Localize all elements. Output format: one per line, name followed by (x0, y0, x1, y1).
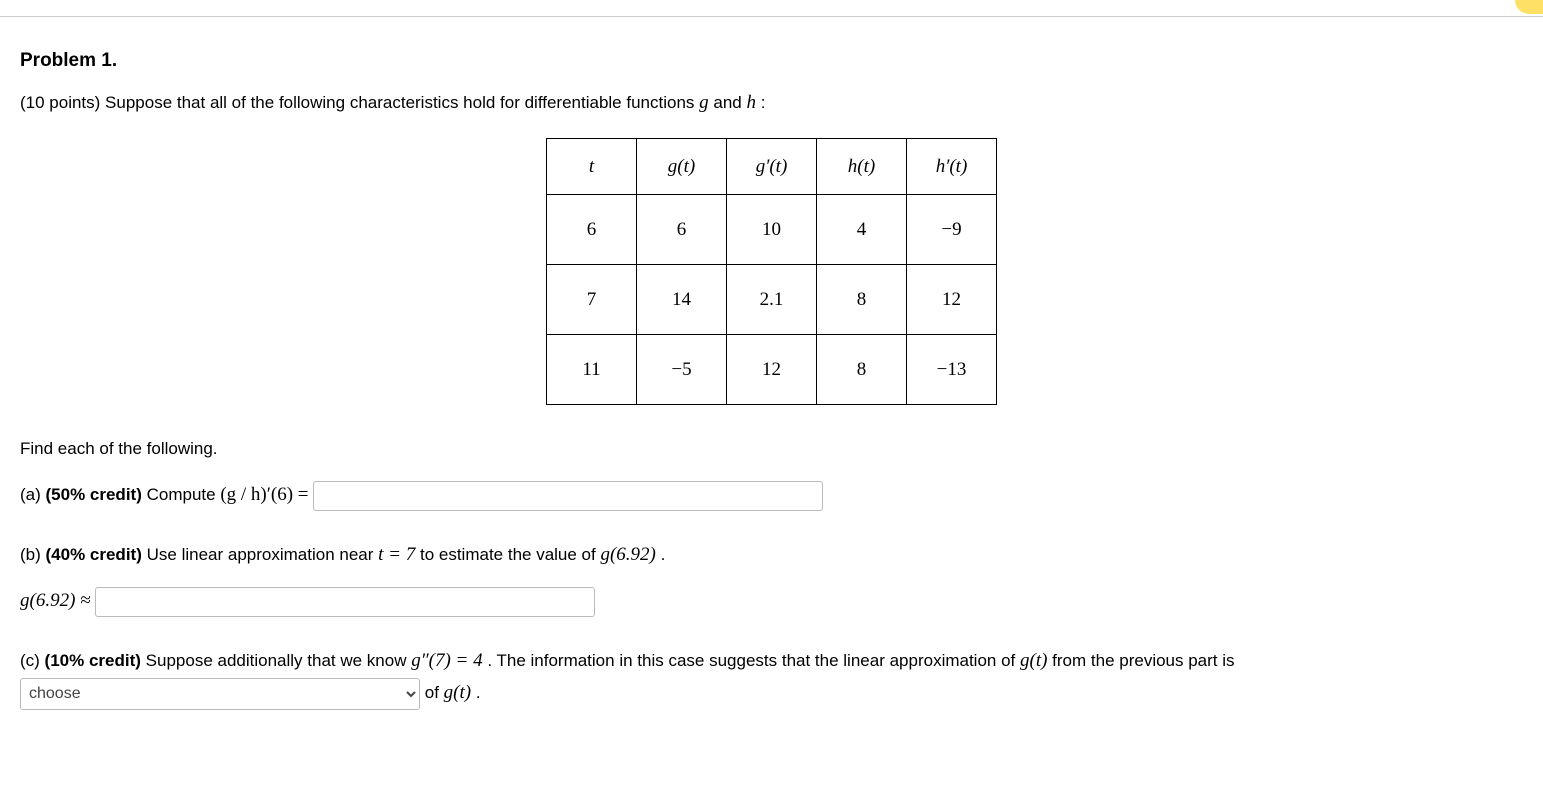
part-c-math3: g(t) (444, 682, 471, 703)
data-table-wrap: t g(t) g′(t) h(t) h′(t) 6 6 10 4 −9 7 14… (20, 138, 1523, 405)
intro-and: and (713, 93, 746, 112)
cell: 11 (547, 335, 637, 405)
cell: 6 (547, 195, 637, 265)
part-c-math1: g″(7) = 4 (411, 650, 482, 671)
part-a-credit: (50% credit) (46, 485, 142, 504)
corner-indicator (1515, 0, 1543, 14)
part-a-input[interactable] (313, 481, 823, 511)
part-c-credit: (10% credit) (45, 651, 141, 670)
part-a-label: (a) (20, 485, 46, 504)
part-c-label: (c) (20, 651, 45, 670)
th-hprime: h′(t) (907, 139, 997, 195)
part-c-text4: of (425, 683, 444, 702)
part-b: (b) (40% credit) Use linear approximatio… (20, 539, 1523, 571)
cell: 7 (547, 265, 637, 335)
cell: −13 (907, 335, 997, 405)
part-b-credit: (40% credit) (46, 545, 142, 564)
intro-g: g (699, 92, 709, 113)
th-h: h(t) (817, 139, 907, 195)
cell: 6 (637, 195, 727, 265)
cell: 2.1 (727, 265, 817, 335)
part-a-text: Compute (147, 485, 221, 504)
part-b-period: . (661, 545, 666, 564)
table-row: 7 14 2.1 8 12 (547, 265, 997, 335)
part-c-select[interactable]: choose (20, 678, 420, 710)
problem-title: Problem 1. (20, 50, 1523, 72)
part-b-math2: g(6.92) (600, 544, 655, 565)
part-b-label: (b) (20, 545, 46, 564)
part-c-math2: g(t) (1020, 650, 1047, 671)
th-g: g(t) (637, 139, 727, 195)
part-c-text3: from the previous part is (1052, 651, 1234, 670)
part-c-text1: Suppose additionally that we know (146, 651, 412, 670)
part-c: (c) (10% credit) Suppose additionally th… (20, 645, 1523, 710)
table-header-row: t g(t) g′(t) h(t) h′(t) (547, 139, 997, 195)
cell: −5 (637, 335, 727, 405)
part-b-math1: t = 7 (378, 544, 415, 565)
part-b-text1: Use linear approximation near (147, 545, 379, 564)
cell: 14 (637, 265, 727, 335)
intro-suffix: : (761, 93, 766, 112)
intro-h: h (746, 92, 756, 113)
cell: 4 (817, 195, 907, 265)
th-t: t (547, 139, 637, 195)
cell: −9 (907, 195, 997, 265)
data-table: t g(t) g′(t) h(t) h′(t) 6 6 10 4 −9 7 14… (546, 138, 997, 405)
cell: 12 (907, 265, 997, 335)
cell: 8 (817, 335, 907, 405)
find-line: Find each of the following. (20, 433, 1523, 465)
part-b-input[interactable] (95, 587, 595, 617)
part-b-result-label: g(6.92) ≈ (20, 590, 95, 611)
table-row: 6 6 10 4 −9 (547, 195, 997, 265)
problem-intro: (10 points) Suppose that all of the foll… (20, 92, 1523, 114)
th-gprime: g′(t) (727, 139, 817, 195)
part-c-period: . (476, 683, 481, 702)
part-c-text2: . The information in this case suggests … (487, 651, 1020, 670)
cell: 10 (727, 195, 817, 265)
part-a-math: (g / h)′(6) = (220, 484, 313, 505)
intro-text: (10 points) Suppose that all of the foll… (20, 93, 699, 112)
table-row: 11 −5 12 8 −13 (547, 335, 997, 405)
part-b-text2: to estimate the value of (420, 545, 601, 564)
part-b-answer-line: g(6.92) ≈ (20, 585, 1523, 617)
cell: 8 (817, 265, 907, 335)
part-a: (a) (50% credit) Compute (g / h)′(6) = (20, 479, 1523, 511)
cell: 12 (727, 335, 817, 405)
top-divider (0, 16, 1543, 17)
